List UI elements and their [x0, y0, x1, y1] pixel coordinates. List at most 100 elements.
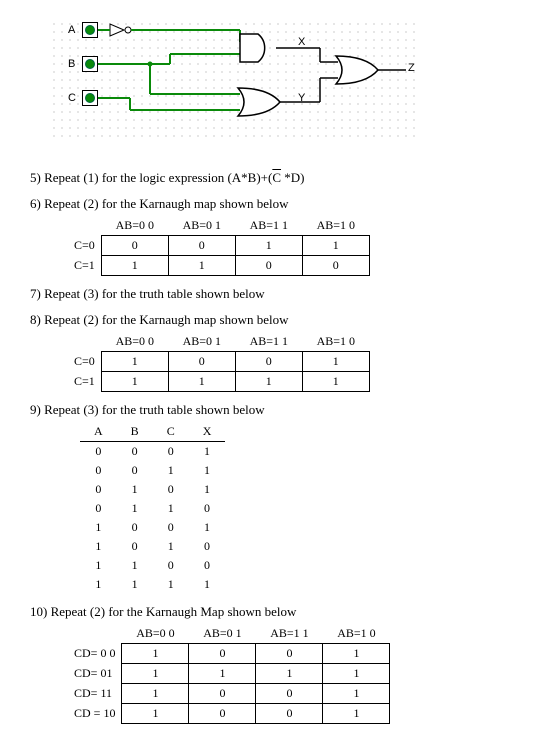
kmap-cell: 1: [323, 704, 390, 724]
circuit-svg: [50, 20, 420, 140]
tt-cell: 0: [189, 537, 226, 556]
kmap-col: AB=1 0: [323, 624, 390, 644]
kmap-col: AB=0 0: [101, 216, 168, 236]
kmap-col: AB=1 0: [302, 216, 369, 236]
kmap-cell: 1: [101, 256, 168, 276]
question-6: 6) Repeat (2) for the Karnaugh map shown…: [30, 196, 518, 212]
tt-header: X: [189, 422, 226, 442]
table-row: 0110: [80, 499, 225, 518]
table-row: 0011: [80, 461, 225, 480]
table-row: 1010: [80, 537, 225, 556]
kmap-cell: 1: [189, 664, 256, 684]
tt-header: A: [80, 422, 117, 442]
table-row: CD = 101001: [66, 704, 390, 724]
kmap-cell: 1: [101, 372, 168, 392]
tt-cell: 1: [80, 537, 117, 556]
kmap-rowhdr: CD= 01: [66, 664, 122, 684]
tt-cell: 0: [189, 499, 226, 518]
or-gate-final-icon: [336, 56, 378, 84]
table-row: 1111: [80, 575, 225, 594]
kmap-col: AB=1 1: [235, 332, 302, 352]
kmap-rowhdr: C=1: [66, 372, 101, 392]
table-row: C=1 1 1 1 1: [66, 372, 369, 392]
kmap-cell: 1: [302, 372, 369, 392]
tt-cell: 1: [153, 499, 189, 518]
kmap-q6: AB=0 0 AB=0 1 AB=1 1 AB=1 0 C=0 0 0 1 1 …: [66, 216, 370, 276]
kmap-cell: 1: [302, 352, 369, 372]
kmap-cell: 1: [168, 256, 235, 276]
kmap-cell: 1: [122, 664, 189, 684]
tt-cell: 1: [189, 575, 226, 594]
table-row: CD= 011111: [66, 664, 390, 684]
kmap-col: AB=0 0: [122, 624, 189, 644]
kmap-rowhdr: C=0: [66, 352, 101, 372]
not-gate-icon: [110, 24, 131, 36]
kmap-cell: 0: [189, 684, 256, 704]
kmap-cell: 1: [256, 664, 323, 684]
kmap-cell: 1: [323, 664, 390, 684]
kmap-col: AB=0 1: [189, 624, 256, 644]
kmap-cell: 1: [235, 372, 302, 392]
tt-cell: 0: [153, 442, 189, 462]
q5-text: 5) Repeat (1) for the logic expression (…: [30, 170, 272, 185]
q5-cbar: C: [272, 170, 281, 185]
tt-cell: 1: [153, 461, 189, 480]
kmap-cell: 1: [323, 684, 390, 704]
kmap-cell: 1: [235, 236, 302, 256]
kmap-cell: 1: [101, 352, 168, 372]
kmap-cell: 0: [235, 352, 302, 372]
tt-cell: 1: [153, 575, 189, 594]
truth-table-q9: A B C X 00010011010101101001101011001111: [80, 422, 225, 594]
kmap-col: AB=1 0: [302, 332, 369, 352]
kmap-col: AB=1 1: [256, 624, 323, 644]
kmap-cell: 1: [168, 372, 235, 392]
kmap-cell: 0: [168, 352, 235, 372]
tt-cell: 0: [80, 499, 117, 518]
kmap-cell: 0: [256, 684, 323, 704]
kmap-col: AB=0 1: [168, 216, 235, 236]
tt-cell: 0: [189, 556, 226, 575]
tt-cell: 1: [117, 575, 153, 594]
tt-cell: 1: [117, 480, 153, 499]
kmap-col: AB=1 1: [235, 216, 302, 236]
kmap-rowhdr: CD= 11: [66, 684, 122, 704]
kmap-cell: 0: [302, 256, 369, 276]
tt-cell: 0: [80, 480, 117, 499]
table-row: C=1 1 1 0 0: [66, 256, 369, 276]
table-row: 0101: [80, 480, 225, 499]
tt-cell: 1: [80, 518, 117, 537]
tt-header: B: [117, 422, 153, 442]
table-row: C=0 1 0 0 1: [66, 352, 369, 372]
kmap-col: AB=0 0: [101, 332, 168, 352]
kmap-cell: 1: [323, 644, 390, 664]
tt-cell: 1: [189, 518, 226, 537]
kmap-cell: 1: [302, 236, 369, 256]
tt-cell: 0: [117, 442, 153, 462]
tt-cell: 0: [80, 442, 117, 462]
kmap-cell: 0: [235, 256, 302, 276]
kmap-cell: 1: [122, 704, 189, 724]
tt-cell: 0: [153, 518, 189, 537]
kmap-cell: 1: [122, 684, 189, 704]
tt-cell: 0: [117, 537, 153, 556]
tt-header: C: [153, 422, 189, 442]
table-row: CD= 0 01001: [66, 644, 390, 664]
table-row: 1001: [80, 518, 225, 537]
or-gate-icon: [238, 88, 280, 116]
tt-cell: 1: [117, 556, 153, 575]
tt-cell: 0: [117, 518, 153, 537]
tt-cell: 1: [189, 461, 226, 480]
kmap-cell: 0: [189, 644, 256, 664]
and-gate-icon: [240, 34, 265, 62]
kmap-rowhdr: CD= 0 0: [66, 644, 122, 664]
kmap-q10: AB=0 0 AB=0 1 AB=1 1 AB=1 0 CD= 0 01001C…: [66, 624, 390, 724]
table-row: 1100: [80, 556, 225, 575]
tt-cell: 0: [153, 556, 189, 575]
kmap-rowhdr: C=1: [66, 256, 101, 276]
question-7: 7) Repeat (3) for the truth table shown …: [30, 286, 518, 302]
kmap-cell: 0: [256, 644, 323, 664]
question-10: 10) Repeat (2) for the Karnaugh Map show…: [30, 604, 518, 620]
tt-cell: 1: [153, 537, 189, 556]
question-5: 5) Repeat (1) for the logic expression (…: [30, 170, 518, 186]
kmap-cell: 0: [168, 236, 235, 256]
